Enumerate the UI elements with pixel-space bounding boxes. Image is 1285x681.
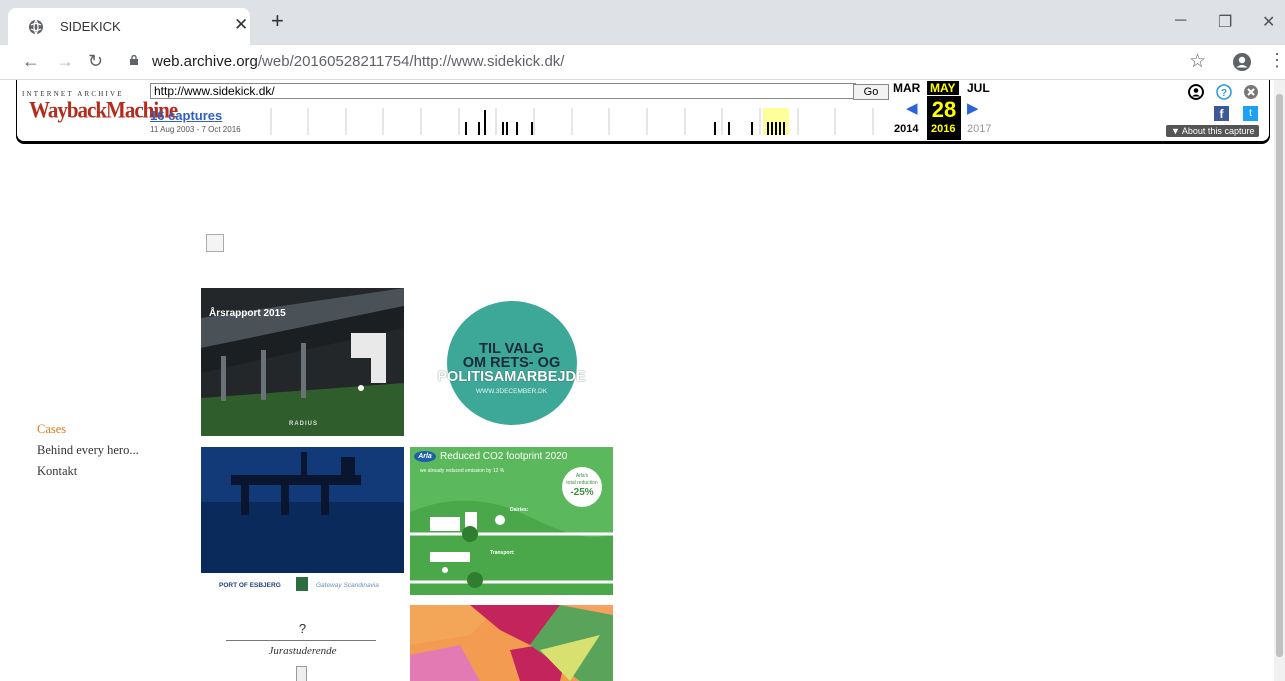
jura-divider [226, 640, 376, 641]
twitter-icon[interactable]: t [1243, 106, 1258, 121]
go-button[interactable]: Go [853, 84, 889, 100]
account-icon[interactable] [1232, 52, 1252, 72]
restore-icon[interactable]: ❐ [1218, 12, 1232, 32]
facebook-icon[interactable]: f [1214, 106, 1229, 121]
about-capture-button[interactable]: ▼ About this capture [1166, 125, 1260, 137]
arla-transport-label: Transport: [490, 550, 515, 556]
prev-capture-icon[interactable]: ◀ [906, 99, 918, 117]
case-tile-arla[interactable]: Arla Reduced CO2 footprint 2020 we alrea… [410, 447, 613, 595]
browser-tab[interactable]: SIDEKICK ✕ [8, 8, 250, 45]
wayback-toolbar: INTERNET ARCHIVE WaybackMachine http://w… [16, 80, 1270, 142]
scrollbar-thumb[interactable] [1276, 94, 1283, 657]
forward-icon[interactable]: → [56, 51, 74, 72]
jura-label: Jurastuderende [268, 645, 337, 657]
case-tile-esbjerg[interactable]: PORT OF ESBJERG Gateway Scandinavia [201, 447, 404, 595]
jura-figure [296, 666, 307, 681]
reload-icon[interactable]: ↻ [88, 51, 103, 72]
new-tab-icon[interactable]: + [271, 10, 284, 32]
esbjerg-image [201, 447, 404, 573]
nav-item-cases[interactable]: Cases [37, 419, 139, 440]
nav-item-behind-every-hero[interactable]: Behind every hero... [37, 440, 139, 461]
til-valg-title: TIL VALG OM RETS- OG POLITISAMARBEJDE [437, 341, 586, 385]
case-tile-jura[interactable]: ? Jurastuderende [201, 605, 404, 681]
next-year: 2017 [967, 123, 992, 135]
current-month: MAY [927, 81, 959, 95]
globe-icon [29, 19, 43, 35]
arla-logo: Arla [414, 451, 436, 462]
next-capture-icon[interactable]: ▶ [967, 99, 979, 117]
arsrapport-footer: RADIUS [289, 421, 319, 427]
svg-text:?: ? [1221, 88, 1227, 99]
arla-subtitle: we already reduced emission by 12 % [420, 468, 505, 474]
current-year: 2016 [929, 123, 958, 135]
til-valg-url: WWW.3DECEMBER.DK [475, 388, 548, 395]
bookmark-star-icon[interactable]: ☆ [1189, 50, 1206, 73]
jura-question-mark: ? [298, 621, 307, 636]
prev-year[interactable]: 2014 [894, 123, 918, 135]
tab-title: SIDEKICK [60, 19, 121, 34]
nav-item-kontakt[interactable]: Kontakt [37, 461, 139, 482]
case-tile-arsrapport[interactable]: Årsrapport 2015 RADIUS [201, 288, 404, 436]
capture-sparkline[interactable] [255, 108, 877, 135]
close-tab-icon[interactable]: ✕ [234, 15, 248, 35]
esbjerg-label: PORT OF ESBJERG [219, 582, 281, 589]
colorful-image [410, 605, 613, 681]
address-bar[interactable]: web.archive.org/web/20160528211754/http:… [152, 53, 564, 70]
esbjerg-logo [296, 577, 308, 591]
arsrapport-title: Årsrapport 2015 [209, 308, 286, 319]
case-tile-colorful[interactable] [410, 605, 613, 681]
lock-icon [130, 55, 138, 65]
browser-toolbar: ← → ↻ web.archive.org/web/20160528211754… [0, 45, 1285, 80]
back-icon[interactable]: ← [22, 51, 40, 72]
arla-dairies-label: Dairies: [510, 507, 529, 513]
tab-strip: SIDEKICK ✕ + ─ ❐ ✕ [0, 0, 1285, 45]
esbjerg-tagline: Gateway Scandinavia [316, 582, 379, 589]
close-toolbar-icon[interactable] [1243, 84, 1259, 100]
site-nav: Cases Behind every hero... Kontakt [37, 419, 139, 482]
broken-image-icon [206, 234, 224, 252]
menu-icon[interactable]: ⋮ [1268, 50, 1285, 71]
user-icon[interactable] [1188, 84, 1204, 100]
capture-date-range: 11 Aug 2003 - 7 Oct 2016 [150, 125, 241, 134]
help-icon[interactable]: ? [1216, 84, 1232, 100]
prev-month[interactable]: MAR [893, 81, 920, 95]
next-month[interactable]: JUL [967, 81, 990, 95]
case-tile-til-valg[interactable]: TIL VALG OM RETS- OG POLITISAMARBEJDE WW… [410, 288, 613, 436]
captures-link[interactable]: 16 captures [150, 108, 222, 123]
close-window-icon[interactable]: ✕ [1262, 12, 1275, 32]
arla-title: Reduced CO2 footprint 2020 [440, 451, 568, 462]
minimize-icon[interactable]: ─ [1175, 12, 1186, 30]
wayback-url-input[interactable]: http://www.sidekick.dk/ [150, 83, 856, 99]
